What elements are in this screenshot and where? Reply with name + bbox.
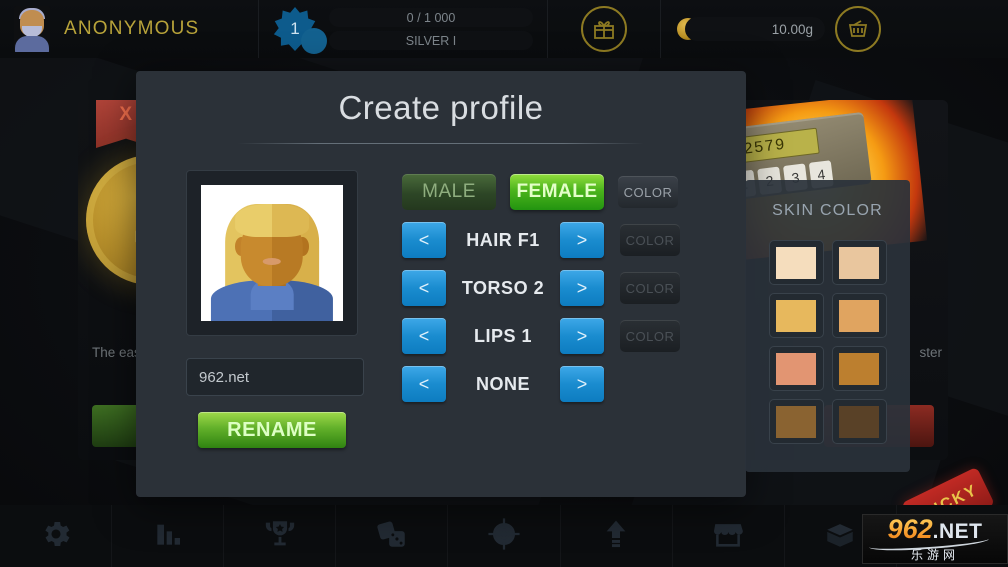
gender-female-button[interactable]: FEMALE <box>510 174 604 210</box>
character-portrait <box>186 170 358 336</box>
skin-swatch-6[interactable] <box>831 346 887 391</box>
rank-bar: SILVER I <box>301 27 533 54</box>
nav-shop[interactable] <box>673 505 785 567</box>
skin-swatch-1[interactable] <box>768 240 824 285</box>
skin-swatch-8[interactable] <box>831 399 887 444</box>
lips-color-button[interactable]: COLOR <box>620 320 680 352</box>
skin-swatch-5[interactable] <box>768 346 824 391</box>
gender-selector: MALE FEMALE COLOR <box>402 174 680 210</box>
bottom-navigation <box>0 505 1008 567</box>
skin-color-panel: SKIN COLOR <box>745 180 910 472</box>
gift-button[interactable] <box>548 0 660 58</box>
progress-bars: 0 / 1 000 SILVER I <box>301 8 533 54</box>
torso-color-button[interactable]: COLOR <box>620 272 680 304</box>
torso-next-button[interactable]: > <box>560 270 604 306</box>
close-label: X <box>119 104 133 125</box>
skin-swatch-7[interactable] <box>768 399 824 444</box>
skin-swatch-3[interactable] <box>768 293 824 338</box>
torso-prev-button[interactable]: < <box>402 270 446 306</box>
option-row-lips: < LIPS 1 > COLOR <box>402 318 680 354</box>
balance-section[interactable]: $ 10.00g <box>661 0 897 58</box>
hair-prev-button[interactable]: < <box>402 222 446 258</box>
level-value: 1 <box>290 19 300 38</box>
skin-swatch-2[interactable] <box>831 240 887 285</box>
profile-name-input[interactable] <box>186 358 364 396</box>
accessory-next-button[interactable]: > <box>560 366 604 402</box>
page-title: Create profile <box>338 89 544 126</box>
balance-pill: 10.00g <box>685 17 825 41</box>
avatar <box>14 6 50 52</box>
level-section[interactable]: 1 0 / 1 000 SILVER I <box>259 0 547 58</box>
accessory-value: NONE <box>475 373 530 394</box>
accessory-prev-button[interactable]: < <box>402 366 446 402</box>
create-profile-dialog: Create profile 962.net RENAME MALE FEMAL… <box>136 71 746 497</box>
hair-color-button[interactable]: COLOR <box>620 224 680 256</box>
skin-swatch-4[interactable] <box>831 293 887 338</box>
bar-chart-icon <box>152 518 184 555</box>
skin-color-title: SKIN COLOR <box>772 202 883 219</box>
option-row-torso: < TORSO 2 > COLOR <box>402 270 680 306</box>
lips-prev-button[interactable]: < <box>402 318 446 354</box>
option-row-hair: < HAIR F1 > COLOR <box>402 222 680 258</box>
skin-color-grid <box>768 240 887 444</box>
nav-dice[interactable] <box>336 505 449 567</box>
gender-color-button[interactable]: COLOR <box>618 176 678 208</box>
balance-value: 10.00g <box>771 21 813 37</box>
gender-male-button[interactable]: MALE <box>402 174 496 210</box>
lips-value: LIPS 1 <box>473 325 533 346</box>
lips-next-button[interactable]: > <box>560 318 604 354</box>
game-screen: X $ The eas 2579 0 1 2 3 4 ster <box>0 0 1008 567</box>
rank-dot-icon <box>301 27 327 54</box>
xp-bar: 0 / 1 000 <box>329 8 533 27</box>
watermark-logo: 962 .NET 乐游网 <box>862 514 1008 564</box>
cart-icon[interactable] <box>835 6 881 52</box>
rank-text: SILVER I <box>405 33 457 48</box>
torso-value: TORSO 2 <box>461 277 545 298</box>
trophy-icon <box>263 517 297 556</box>
nav-targets[interactable] <box>448 505 561 567</box>
store-icon <box>711 517 745 556</box>
nav-stats[interactable] <box>112 505 225 567</box>
nav-achievements[interactable] <box>224 505 337 567</box>
nav-upgrade[interactable] <box>561 505 673 567</box>
gift-icon <box>581 6 627 52</box>
hair-value: HAIR F1 <box>466 229 540 250</box>
hair-next-button[interactable]: > <box>560 222 604 258</box>
top-bar: ANONYMOUS 1 0 / 1 000 SILVER I 10.00g <box>0 0 1008 58</box>
player-name: ANONYMOUS <box>64 18 200 39</box>
dice-icon <box>375 517 409 556</box>
profile-button[interactable]: ANONYMOUS <box>0 0 258 58</box>
xp-text: 0 / 1 000 <box>406 10 456 25</box>
option-row-accessory: < NONE > <box>402 366 680 402</box>
nav-settings[interactable] <box>0 505 113 567</box>
rename-button[interactable]: RENAME <box>198 412 346 448</box>
crosshair-icon <box>487 517 521 556</box>
up-arrow-icon <box>600 518 632 555</box>
chest-icon <box>823 517 857 556</box>
gear-icon <box>39 517 73 556</box>
